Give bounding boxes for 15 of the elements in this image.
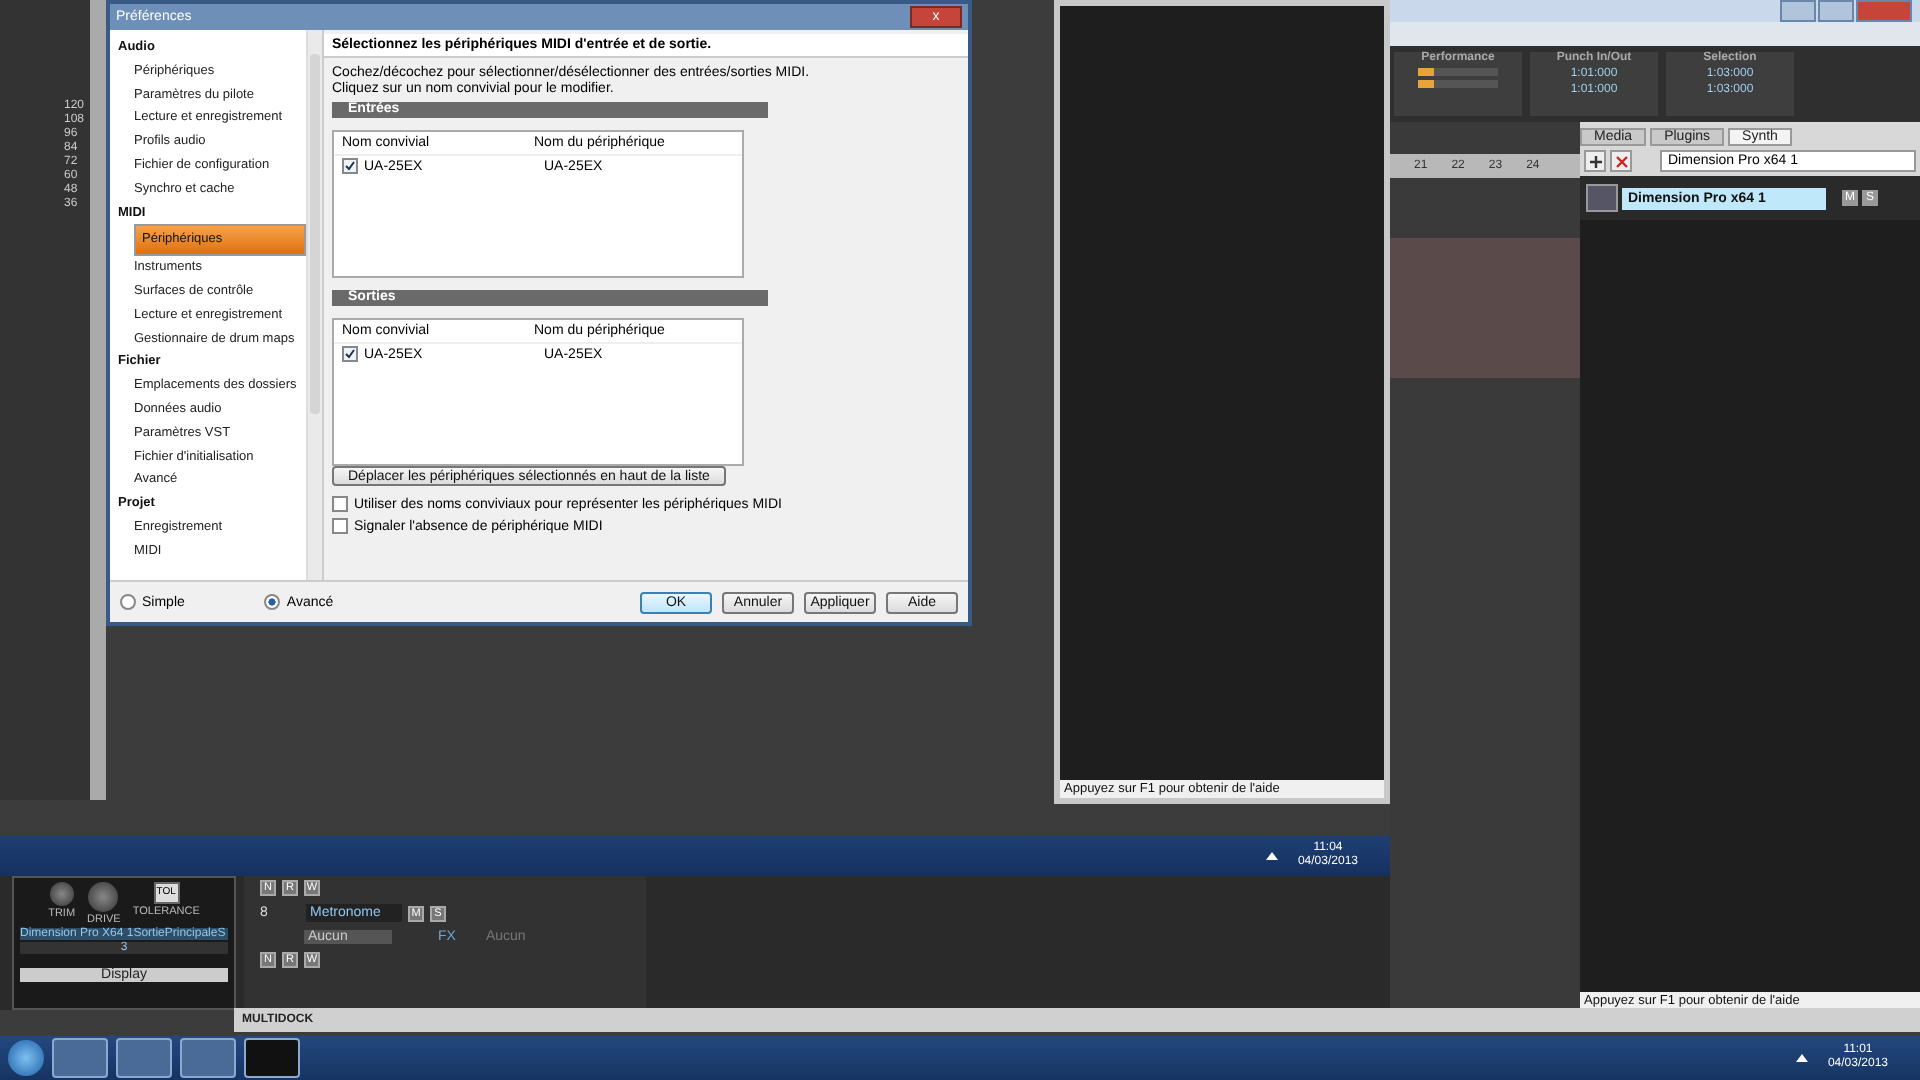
tray-arrow-icon[interactable] bbox=[1265, 852, 1278, 860]
checkbox[interactable] bbox=[342, 158, 358, 174]
knob[interactable] bbox=[49, 882, 74, 906]
knob[interactable] bbox=[88, 882, 119, 912]
scrollbar[interactable] bbox=[306, 30, 322, 580]
radio-button[interactable] bbox=[120, 594, 136, 610]
checkbox[interactable] bbox=[332, 496, 348, 512]
checkbox[interactable] bbox=[332, 518, 348, 534]
delete-button[interactable] bbox=[1610, 150, 1632, 172]
synth-icon bbox=[1586, 184, 1618, 212]
tray-arrow-icon[interactable] bbox=[1795, 1054, 1808, 1062]
checkbox[interactable] bbox=[342, 346, 358, 362]
start-button[interactable] bbox=[8, 1040, 44, 1076]
add-button[interactable] bbox=[1584, 150, 1606, 172]
radio-button[interactable] bbox=[264, 594, 281, 610]
